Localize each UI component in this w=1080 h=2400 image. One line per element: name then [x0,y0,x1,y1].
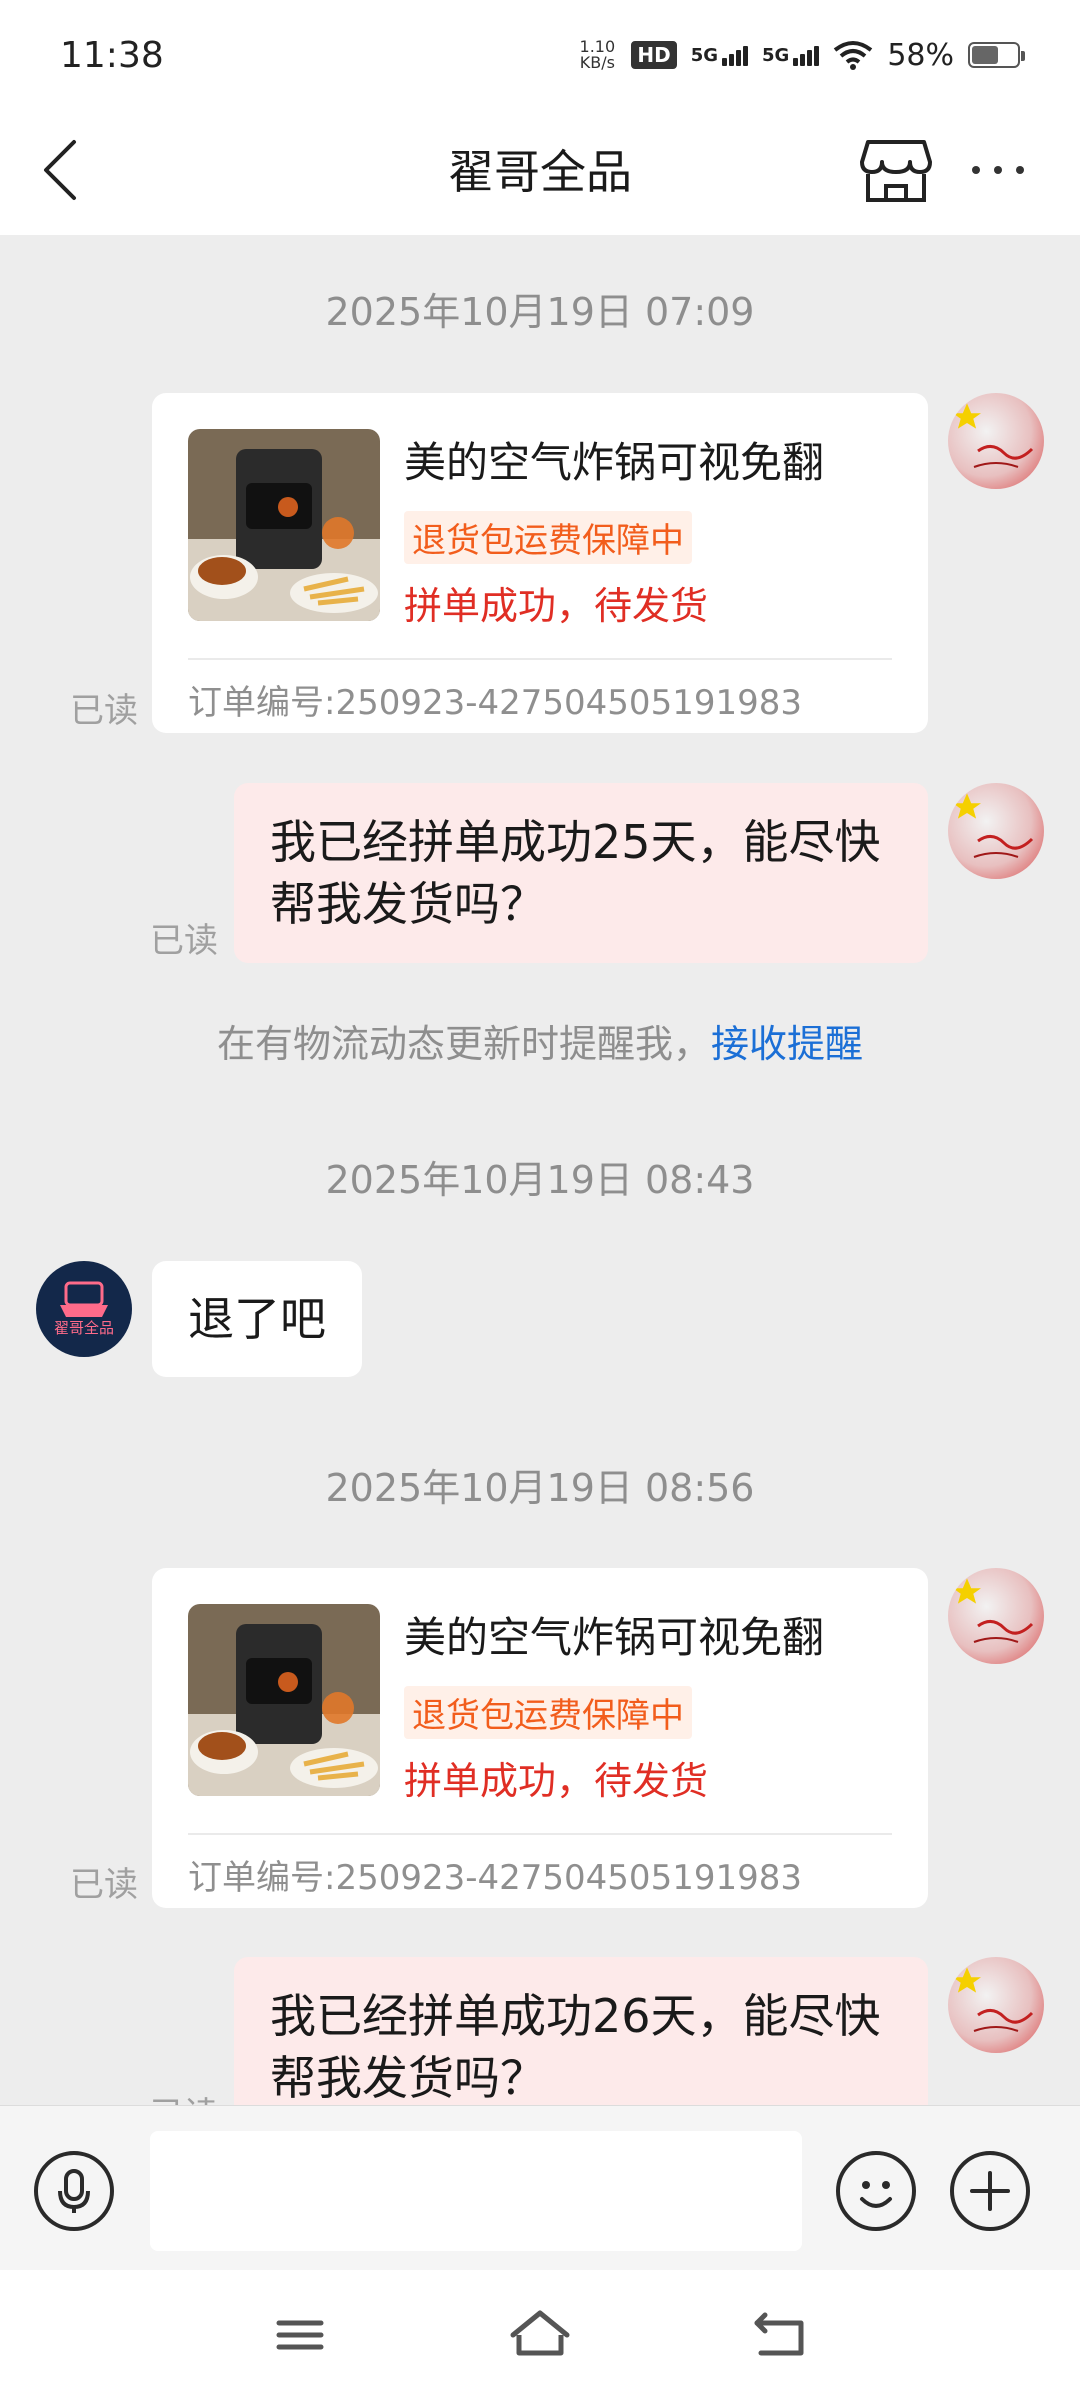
more-button[interactable] [958,130,1038,210]
divider [188,1833,892,1835]
back-button[interactable] [30,130,90,210]
input-bar [0,2105,1080,2270]
message-list[interactable]: 2025年10月19日 07:09 美的空气炸锅可视免翻 退货包运费保障中 拼单… [0,235,1080,2105]
read-receipt: 已读 [150,921,218,961]
home-button[interactable] [505,2305,575,2365]
chat-header: 翟哥全品 [0,110,1080,235]
back-icon [754,2312,804,2356]
net-speed-unit: KB/s [579,53,615,72]
user-avatar[interactable] [948,393,1044,489]
return-shipping-tag: 退货包运费保障中 [404,1686,692,1739]
message-bubble-sent[interactable]: 我已经拼单成功26天，能尽快帮我发货吗？ [234,1957,928,2105]
hd-icon: HD [631,41,677,69]
product-image [188,1604,380,1796]
battery-icon [968,42,1025,68]
more-dot [1016,166,1024,174]
system-nav-bar [0,2270,1080,2400]
chevron-left-icon [44,140,76,200]
shop-avatar-label: 翟哥全品 [54,1319,114,1337]
product-title: 美的空气炸锅可视免翻 [404,1613,825,1662]
recent-apps-button[interactable] [265,2305,335,2365]
order-card[interactable]: 美的空气炸锅可视免翻 退货包运费保障中 拼单成功，待发货 订单编号:250923… [152,393,928,733]
read-receipt: 已读 [70,691,138,731]
message-timestamp: 2025年10月19日 08:56 [325,1466,755,1510]
message-timestamp: 2025年10月19日 08:43 [325,1158,755,1202]
plus-icon [970,2171,1010,2211]
return-shipping-tag: 退货包运费保障中 [404,511,692,564]
status-bar: 11:38 1.10 KB/s HD 5G 5G 58% [0,0,1080,110]
status-indicators: 1.10 KB/s HD 5G 5G 58% [577,37,1025,73]
system-back-button[interactable] [745,2305,815,2365]
network-type-2: 5G [762,44,790,66]
logistics-notice: 在有物流动态更新时提醒我，接收提醒 [0,1013,1080,1068]
battery-percent: 58% [887,37,954,73]
shop-avatar[interactable]: 翟哥全品 [36,1261,132,1357]
user-avatar[interactable] [948,1568,1044,1664]
order-number: 订单编号:250923-427504505191983 [188,683,802,723]
notice-text: 在有物流动态更新时提醒我， [216,1022,711,1066]
read-receipt: 已读 [70,1865,138,1905]
more-actions-button[interactable] [950,2151,1030,2231]
menu-icon [276,2320,324,2350]
wifi-icon [834,41,873,70]
status-time: 11:38 [60,34,164,76]
battery-fill [972,46,998,64]
store-icon [860,140,932,202]
net-speed: 1.10 KB/s [577,39,617,71]
product-image [188,429,380,621]
message-bubble-received[interactable]: 退了吧 [152,1261,362,1377]
product-title: 美的空气炸锅可视免翻 [404,438,825,487]
divider [188,658,892,660]
more-dot [972,166,980,174]
receive-reminder-link[interactable]: 接收提醒 [711,1022,863,1066]
read-receipt: 已读 [150,2087,218,2105]
order-card[interactable]: 美的空气炸锅可视免翻 退货包运费保障中 拼单成功，待发货 订单编号:250923… [152,1568,928,1908]
message-timestamp: 2025年10月19日 07:09 [325,290,755,334]
message-bubble-sent[interactable]: 我已经拼单成功25天，能尽快帮我发货吗？ [234,783,928,963]
store-button[interactable] [858,130,934,210]
order-number: 订单编号:250923-427504505191983 [188,1858,802,1898]
message-input[interactable] [150,2131,802,2251]
signal-icon-2: 5G [762,44,820,66]
smiley-icon [860,2181,892,2208]
order-status: 拼单成功，待发货 [404,1759,709,1803]
chat-screen: 11:38 1.10 KB/s HD 5G 5G 58% 翟哥全品 2025年1… [0,0,1080,2400]
user-avatar[interactable] [948,783,1044,879]
signal-icon-1: 5G [691,45,748,66]
home-icon [510,2310,570,2356]
user-avatar[interactable] [948,1957,1044,2053]
voice-button[interactable] [34,2151,114,2231]
network-type-1: 5G [690,44,718,66]
emoji-button[interactable] [836,2151,916,2231]
order-status: 拼单成功，待发货 [404,584,709,628]
microphone-icon [58,2169,90,2213]
more-dot [994,166,1002,174]
